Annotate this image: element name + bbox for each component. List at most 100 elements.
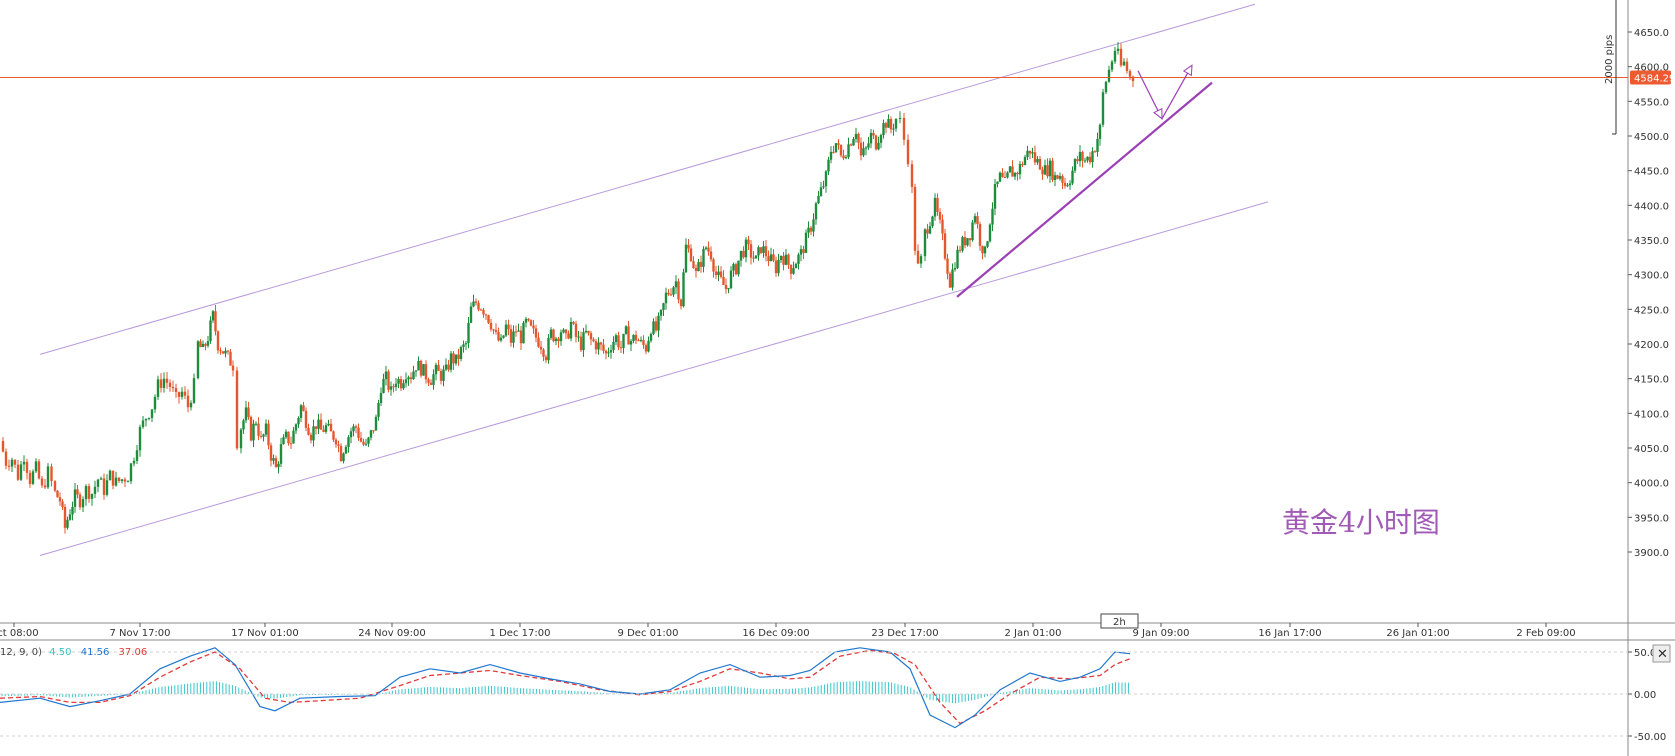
candle-body [669, 294, 673, 296]
candle-body [794, 263, 798, 269]
candle-body [1046, 165, 1049, 177]
timeframe-tag[interactable]: 2h [1100, 613, 1139, 629]
candle-body [292, 430, 295, 444]
candle-body [464, 343, 468, 345]
candle-body [928, 226, 932, 234]
candle-body [657, 315, 660, 331]
candle-body [322, 429, 325, 432]
price-tick-label: 4050.0 [1634, 444, 1669, 455]
candle-body [302, 405, 305, 411]
timeframe-label: 2h [1113, 617, 1126, 628]
candle-body [564, 329, 568, 334]
candle-body [852, 138, 855, 146]
candle-body [1026, 150, 1029, 157]
macd-signal-value: 37.06 [119, 647, 148, 658]
macd-tick-label: 0.00 [1634, 690, 1656, 701]
candle-body [274, 458, 278, 468]
candle-body [1113, 50, 1117, 62]
candle-body [824, 171, 828, 187]
candle-body [799, 249, 803, 255]
candle-body [919, 256, 923, 264]
candle-body [277, 463, 280, 468]
candle-body [619, 347, 623, 349]
price-axis[interactable]: 3900.0 3950.0 4000.0 4050.0 4100.0 4150.0 4200… [1628, 28, 1669, 559]
candle-body [1031, 152, 1034, 154]
time-tick-label: 17 Nov 01:00 [231, 628, 298, 639]
candle-body [712, 259, 715, 272]
candle-body [449, 353, 453, 370]
candle-body [727, 288, 730, 290]
candle-body [1116, 48, 1120, 51]
candle-body [1098, 124, 1102, 139]
candle-body [279, 444, 283, 464]
candle-body [652, 321, 655, 334]
candle-body [56, 490, 59, 498]
candle-body [156, 379, 160, 397]
candle-body [367, 437, 370, 444]
candle-body [637, 340, 640, 342]
candle-body [729, 270, 733, 289]
candle-body [364, 443, 368, 445]
candle-body [132, 460, 136, 464]
candle-body [1058, 176, 1062, 179]
candle-body [259, 435, 263, 437]
candle-body [309, 434, 313, 441]
candle-body [1122, 61, 1126, 66]
macd-axis[interactable]: 50.000.00-50.00 [0, 648, 1666, 743]
candle-body [1071, 170, 1074, 184]
candle-body [7, 465, 11, 467]
candle-body [1003, 176, 1007, 178]
candle-body [432, 374, 435, 385]
candle-body [502, 335, 505, 338]
time-tick-label: 26 Jan 01:00 [1386, 628, 1449, 639]
candle-body [189, 402, 193, 408]
candle-body [63, 506, 67, 528]
candle-body [424, 364, 428, 380]
candle-body [332, 431, 335, 440]
candle-body [1081, 151, 1084, 161]
candle-body [732, 264, 735, 271]
candle-body [389, 386, 393, 390]
candle-body [752, 257, 755, 259]
candle-body [527, 318, 530, 321]
candle-body [996, 181, 999, 185]
candle-body [494, 329, 498, 332]
candle-body [739, 250, 743, 261]
price-tick-label: 4100.0 [1634, 409, 1669, 420]
candle-body [946, 258, 949, 274]
candle-body [216, 331, 220, 351]
candle-body [898, 117, 902, 119]
candle-body [547, 337, 550, 361]
candle-body [981, 245, 984, 254]
chart-canvas[interactable]: 3900.0 3950.0 4000.0 4050.0 4100.0 4150.0 4200… [0, 0, 1675, 756]
candle-body [847, 144, 850, 158]
close-indicator-button[interactable]: ✕ [1652, 644, 1671, 663]
candle-body [902, 117, 906, 140]
candle-body [694, 267, 698, 272]
candle-body [722, 276, 725, 285]
candle-body [522, 322, 525, 344]
candle-body [737, 260, 740, 275]
candle-body [1110, 61, 1114, 70]
current-price-value: 4584.29 [1634, 74, 1675, 85]
candle-body [159, 379, 163, 388]
candle-body [998, 172, 1002, 182]
candle-body [499, 337, 503, 341]
candle-body [574, 323, 578, 337]
candle-body [968, 238, 972, 241]
candle-body [938, 211, 942, 220]
candle-body [28, 472, 32, 484]
candle-body [314, 426, 318, 429]
candle-body [437, 364, 440, 371]
candle-body [1128, 71, 1132, 77]
candle-body [81, 499, 85, 508]
candle-body [404, 379, 408, 384]
candle-body [567, 333, 570, 339]
candle-body [539, 346, 543, 350]
candle-body [976, 216, 979, 225]
candle-body [837, 143, 840, 145]
candle-body [304, 410, 308, 428]
candle-body [764, 246, 768, 257]
time-axis[interactable]: Oct 08:00 7 Nov 17:00 17 Nov 01:00 24 Nov 0… [0, 623, 1576, 639]
candle-body [983, 246, 987, 254]
